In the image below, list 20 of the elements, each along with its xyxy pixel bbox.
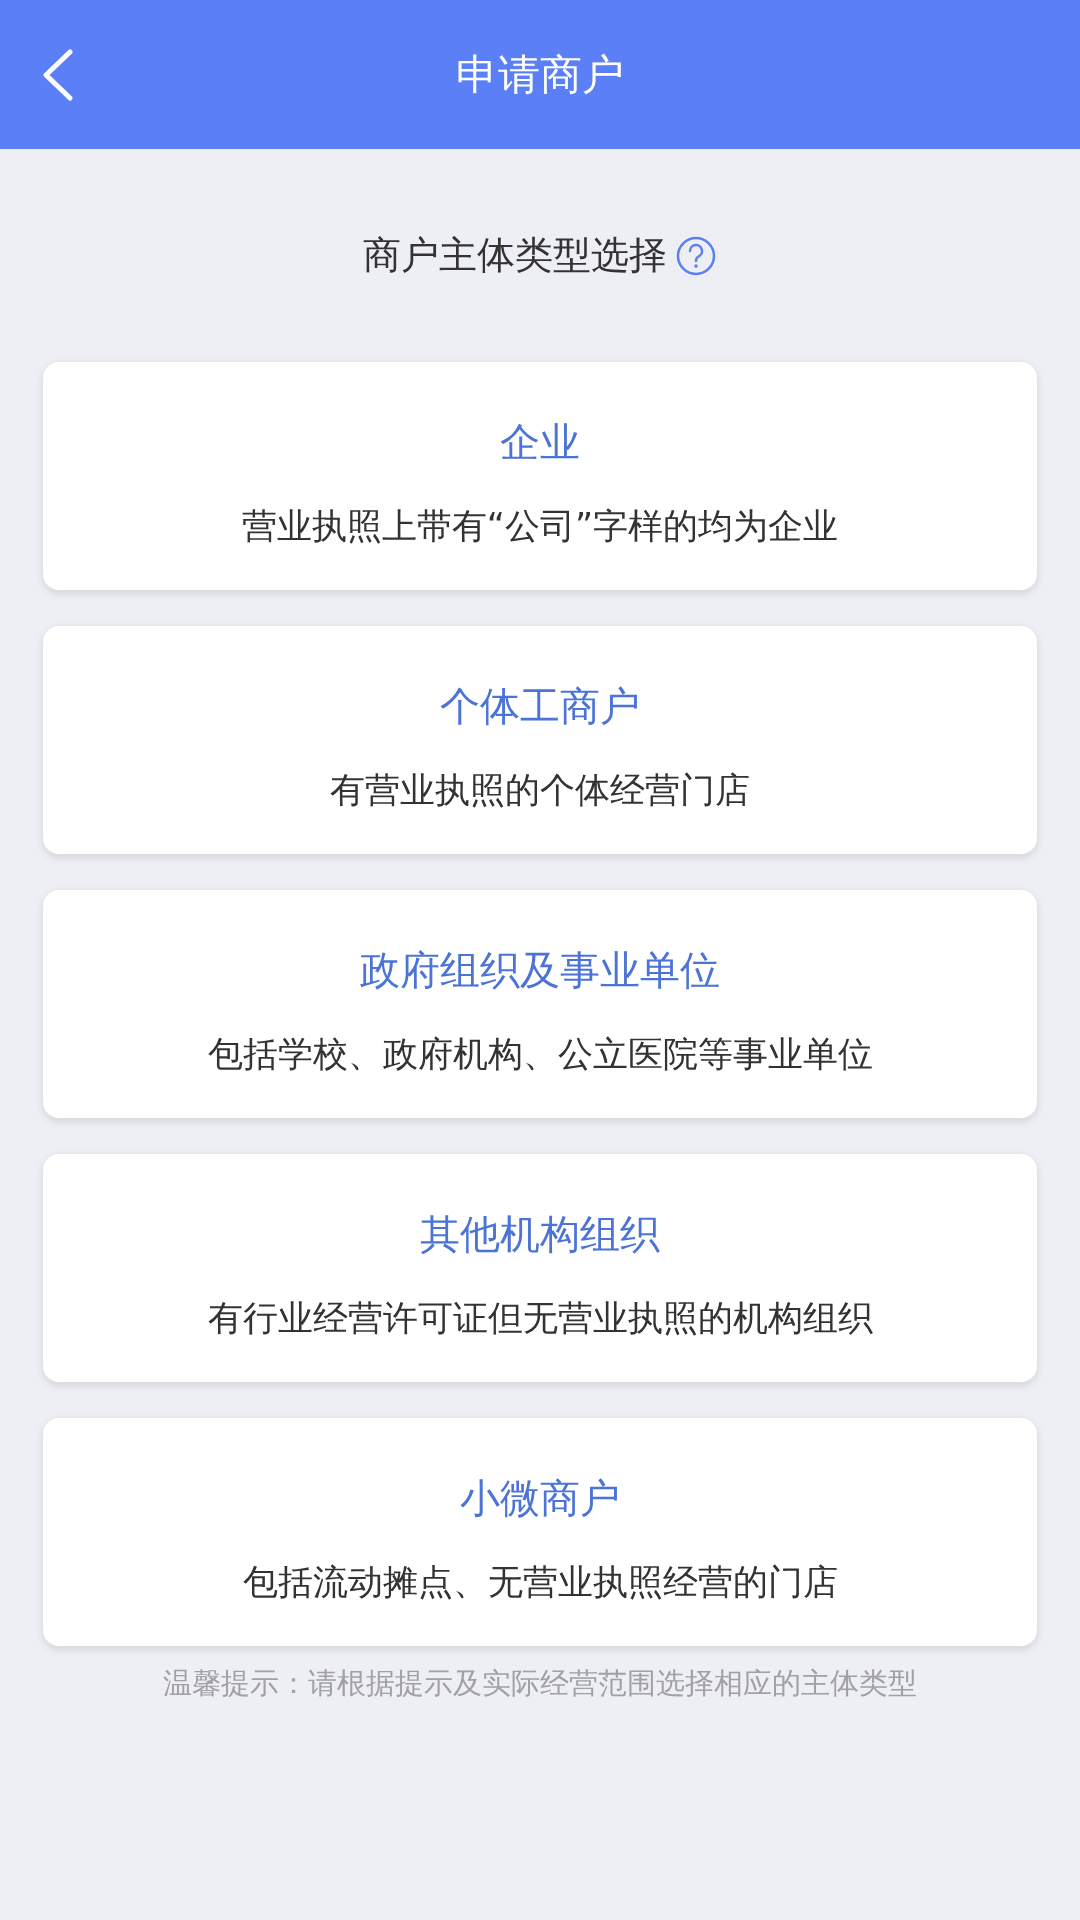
- section-title: 商户主体类型选择: [363, 232, 667, 279]
- page-title: 申请商户: [456, 49, 624, 101]
- hint-text: 温馨提示：请根据提示及实际经营范围选择相应的主体类型: [163, 1666, 917, 1700]
- card-title: 其他机构组织: [420, 1210, 660, 1259]
- card-description: 包括流动摊点、无营业执照经营的门店: [242, 1561, 838, 1604]
- merchant-type-card[interactable]: 小微商户 包括流动摊点、无营业执照经营的门店: [43, 1418, 1037, 1646]
- card-title: 企业: [500, 418, 580, 467]
- merchant-type-card[interactable]: 企业 营业执照上带有“公司”字样的均为企业: [43, 362, 1037, 590]
- card-description: 有行业经营许可证但无营业执照的机构组织: [207, 1297, 873, 1340]
- merchant-type-card[interactable]: 个体工商户 有营业执照的个体经营门店: [43, 626, 1037, 854]
- help-icon[interactable]: [675, 234, 717, 277]
- card-title: 小微商户: [460, 1474, 620, 1523]
- merchant-type-card[interactable]: 政府组织及事业单位 包括学校、政府机构、公立医院等事业单位: [43, 890, 1037, 1118]
- card-description: 包括学校、政府机构、公立医院等事业单位: [207, 1033, 873, 1076]
- card-description: 营业执照上带有“公司”字样的均为企业: [241, 505, 839, 548]
- card-title: 个体工商户: [440, 682, 640, 731]
- card-title: 政府组织及事业单位: [360, 946, 720, 995]
- card-description: 有营业执照的个体经营门店: [330, 769, 750, 812]
- back-button[interactable]: [40, 48, 74, 101]
- merchant-type-card[interactable]: 其他机构组织 有行业经营许可证但无营业执照的机构组织: [43, 1154, 1037, 1382]
